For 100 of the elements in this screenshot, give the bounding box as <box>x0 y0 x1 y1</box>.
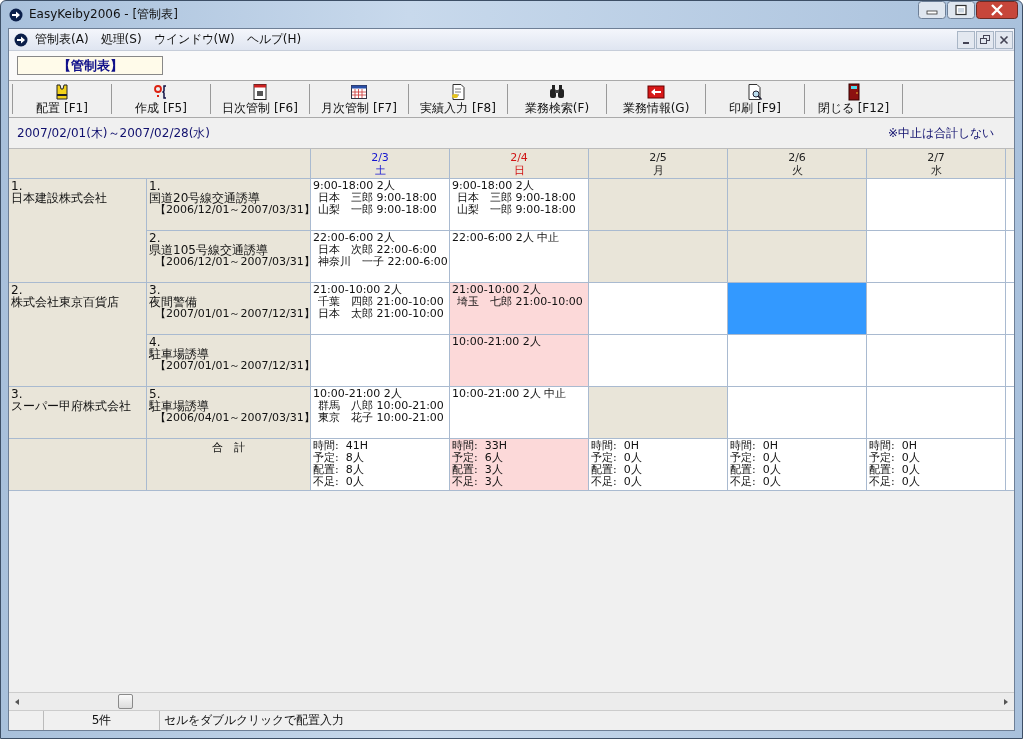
left-arrow-icon[interactable] <box>13 697 21 706</box>
record-count: 5件 <box>44 711 160 730</box>
menu-item[interactable]: 管制表(A) <box>30 31 94 48</box>
job-name: 国道20号線交通誘導 <box>149 192 262 204</box>
company-name: スーパー甲府株式会社 <box>11 400 132 412</box>
document-magnifier-icon <box>746 83 764 101</box>
total-line: 不足: 0人 <box>313 476 365 488</box>
schedule-cell[interactable] <box>728 387 866 438</box>
schedule-cell[interactable]: 10:00-21:00 2人 群馬 八郎 10:00-21:00 東京 花子 10:00-21:00 <box>311 387 449 438</box>
schedule-cell[interactable] <box>311 335 449 386</box>
shift-text: 21:00-10:00 2人 <box>313 284 403 296</box>
total-line: 配置: 8人 <box>313 464 365 476</box>
total-line: 不足: 0人 <box>869 476 921 488</box>
total-line: 時間: 41H <box>313 440 369 452</box>
schedule-cell[interactable] <box>589 335 727 386</box>
restore-icon[interactable] <box>976 30 994 49</box>
total-line: 時間: 33H <box>452 440 508 452</box>
staff-text: 山梨 一郎 9:00-18:00 <box>317 204 438 216</box>
shift-text: 22:00-6:00 2人 <box>313 232 396 244</box>
total-line: 時間: 0H <box>869 440 918 452</box>
schedule-cell[interactable] <box>728 179 866 230</box>
toolbar-button[interactable]: 業務検索(F) <box>507 84 606 114</box>
job-number: 2. <box>149 232 161 244</box>
maximize-icon[interactable] <box>947 1 975 19</box>
form-title: 【管制表】 <box>17 56 163 75</box>
schedule-cell[interactable] <box>589 231 727 282</box>
staff-text: 山梨 一郎 9:00-18:00 <box>456 204 577 216</box>
total-line: 時間: 0H <box>730 440 779 452</box>
minimize-icon[interactable] <box>957 30 975 49</box>
job-number: 1. <box>149 180 161 192</box>
total-line: 時間: 0H <box>591 440 640 452</box>
shift-text: 10:00-21:00 2人 中止 <box>452 388 568 400</box>
scroll-thumb[interactable] <box>118 694 133 709</box>
job-number: 4. <box>149 336 161 348</box>
weekday-label: 水 <box>930 163 942 177</box>
total-line: 不足: 3人 <box>452 476 504 488</box>
schedule-cell[interactable]: 21:00-10:00 2人 埼玉 七郎 21:00-10:00 <box>450 283 588 334</box>
staff-text: 埼玉 七郎 21:00-10:00 <box>456 296 584 308</box>
close-icon[interactable] <box>995 30 1013 49</box>
schedule-cell[interactable]: 21:00-10:00 2人 千葉 四郎 21:00-10:00 日本 太郎 21:00-10:00 <box>311 283 449 334</box>
document-pen-icon <box>449 83 467 101</box>
close-icon[interactable] <box>976 1 1018 19</box>
horizontal-scrollbar[interactable] <box>9 692 1014 710</box>
schedule-cell[interactable] <box>589 283 727 334</box>
staff-text: 東京 花子 10:00-21:00 <box>317 412 445 424</box>
toolbar-button[interactable]: 月次管制 [F7] <box>309 84 408 114</box>
toolbar-button[interactable]: 実績入力 [F8] <box>408 84 507 114</box>
job-number: 5. <box>149 388 161 400</box>
calendar-grid-icon <box>350 83 368 101</box>
schedule-cell[interactable] <box>867 335 1005 386</box>
toolbar-button[interactable]: 閉じる [F12] <box>804 84 903 114</box>
job-period: 【2006/04/01～2007/03/31】 <box>155 412 308 424</box>
note-text: ※中止は合計しない <box>887 124 994 142</box>
window-title: EasyKeiby2006 - [管制表] <box>29 6 178 23</box>
schedule-cell[interactable] <box>867 231 1005 282</box>
toolbar-button[interactable]: 日次管制 [F6] <box>210 84 309 114</box>
date-range: 2007/02/01(木)～2007/02/28(水) <box>17 124 211 142</box>
job-name: 駐車場誘導 <box>149 400 210 412</box>
shift-text: 22:00-6:00 2人 中止 <box>452 232 561 244</box>
schedule-cell[interactable] <box>589 179 727 230</box>
job-period: 【2007/01/01～2007/12/31】 <box>155 360 308 372</box>
job-name: 県道105号線交通誘導 <box>149 244 269 256</box>
total-line: 配置: 0人 <box>730 464 782 476</box>
toolbar-button[interactable]: 作成 [F5] <box>111 84 210 114</box>
menu-item[interactable]: ウインドウ(W) <box>148 31 240 48</box>
toolbar-button[interactable]: 印刷 [F9] <box>705 84 804 114</box>
right-arrow-icon[interactable] <box>1002 697 1010 706</box>
job-period: 【2006/12/01～2007/03/31】 <box>155 204 308 216</box>
toolbar-button[interactable]: 配置 [F1] <box>12 84 111 114</box>
company-number: 3. <box>11 388 24 400</box>
schedule-cell[interactable] <box>728 231 866 282</box>
schedule-cell[interactable] <box>589 387 727 438</box>
menu-item[interactable]: 処理(S) <box>95 31 147 48</box>
job-name: 駐車場誘導 <box>149 348 210 360</box>
schedule-cell[interactable]: 9:00-18:00 2人 日本 三郎 9:00-18:00 山梨 一郎 9:00-18:00 <box>311 179 449 230</box>
schedule-cell[interactable]: 10:00-21:00 2人 中止 <box>450 387 588 438</box>
schedule-cell[interactable] <box>728 335 866 386</box>
schedule-cell[interactable] <box>867 179 1005 230</box>
schedule-cell[interactable]: 10:00-21:00 2人 <box>450 335 588 386</box>
shift-text: 9:00-18:00 2人 <box>452 180 535 192</box>
total-line: 不足: 0人 <box>730 476 782 488</box>
total-line: 予定: 0人 <box>869 452 921 464</box>
date-label: 2/5 <box>649 150 667 164</box>
app-icon <box>14 32 28 47</box>
job-period: 【2007/01/01～2007/12/31】 <box>155 308 308 320</box>
total-line: 配置: 0人 <box>869 464 921 476</box>
schedule-cell[interactable] <box>728 283 866 334</box>
schedule-cell[interactable]: 9:00-18:00 2人 日本 三郎 9:00-18:00 山梨 一郎 9:00-18:00 <box>450 179 588 230</box>
company-number: 2. <box>11 284 23 296</box>
schedule-cell[interactable] <box>867 283 1005 334</box>
schedule-cell[interactable]: 22:00-6:00 2人 日本 次郎 22:00-6:00 神奈川 一子 22:00-6:00 <box>311 231 449 282</box>
menu-item[interactable]: ヘルプ(H) <box>241 31 307 48</box>
company-name: 日本建設株式会社 <box>11 192 108 204</box>
job-name: 夜間警備 <box>149 296 198 308</box>
app-icon <box>9 7 23 22</box>
schedule-cell[interactable]: 22:00-6:00 2人 中止 <box>450 231 588 282</box>
toolbar-button[interactable]: 業務情報(G) <box>606 84 705 114</box>
schedule-cell[interactable] <box>867 387 1005 438</box>
staff-text: 群馬 八郎 10:00-21:00 <box>317 400 445 412</box>
staff-text: 日本 三郎 9:00-18:00 <box>456 192 577 204</box>
